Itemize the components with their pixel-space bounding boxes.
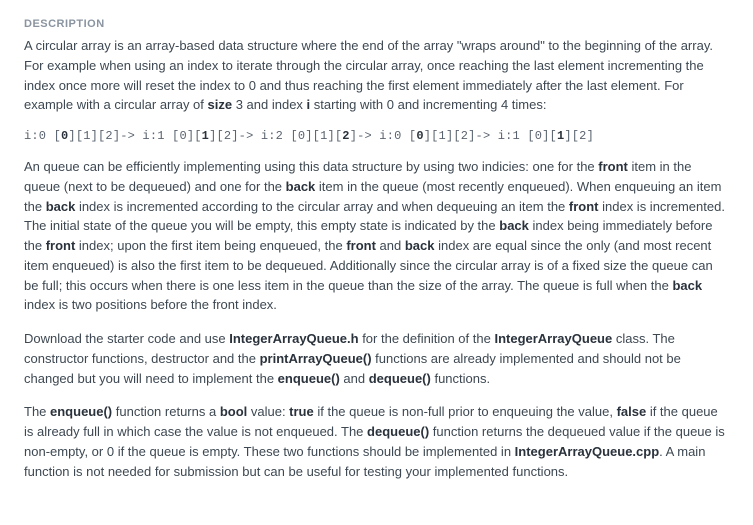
code-example: i:0 [0][1][2]-> i:1 [0][1][2]-> i:2 [0][… xyxy=(24,129,729,143)
text: function returns a xyxy=(112,404,220,419)
code-bold: 0 xyxy=(416,129,423,143)
text: functions. xyxy=(431,371,490,386)
text: Download the starter code and use xyxy=(24,331,229,346)
bold-enqueue: enqueue() xyxy=(50,404,112,419)
text: The xyxy=(24,404,50,419)
code-seg: i:0 [ xyxy=(24,129,61,143)
bold-front: front xyxy=(46,238,76,253)
code-seg: ][1][2]-> i:1 [0][ xyxy=(424,129,557,143)
code-bold: 2 xyxy=(342,129,349,143)
code-seg: ][1][2]-> i:1 [0][ xyxy=(68,129,201,143)
bold-dequeue: dequeue() xyxy=(367,424,429,439)
text: value: xyxy=(247,404,289,419)
text: starting with 0 and incrementing 4 times… xyxy=(310,97,546,112)
text: if the queue is non-full prior to enqueu… xyxy=(314,404,617,419)
bold-class: IntegerArrayQueue xyxy=(494,331,612,346)
code-seg: ]-> i:0 [ xyxy=(350,129,417,143)
bold-back: back xyxy=(672,278,702,293)
bold-bool: bool xyxy=(220,404,247,419)
bold-back: back xyxy=(405,238,435,253)
bold-false: false xyxy=(617,404,647,419)
text: index; upon the first item being enqueue… xyxy=(75,238,346,253)
paragraph-functions: The enqueue() function returns a bool va… xyxy=(24,402,729,481)
bold-back: back xyxy=(499,218,529,233)
text: index is two positions before the front … xyxy=(24,297,277,312)
bold-front: front xyxy=(569,199,599,214)
paragraph-starter: Download the starter code and use Intege… xyxy=(24,329,729,388)
bold-print-fn: printArrayQueue() xyxy=(260,351,372,366)
text: and xyxy=(340,371,369,386)
code-bold: 1 xyxy=(202,129,209,143)
bold-header-file: IntegerArrayQueue.h xyxy=(229,331,358,346)
text: An queue can be efficiently implementing… xyxy=(24,159,598,174)
text: for the definition of the xyxy=(359,331,495,346)
paragraph-intro: A circular array is an array-based data … xyxy=(24,36,729,115)
text: 3 and index xyxy=(232,97,306,112)
bold-enqueue: enqueue() xyxy=(278,371,340,386)
bold-true: true xyxy=(289,404,314,419)
bold-front: front xyxy=(598,159,628,174)
paragraph-queue: An queue can be efficiently implementing… xyxy=(24,157,729,315)
bold-back: back xyxy=(46,199,76,214)
text: index is incremented according to the ci… xyxy=(75,199,569,214)
bold-cpp-file: IntegerArrayQueue.cpp xyxy=(515,444,660,459)
bold-front: front xyxy=(346,238,376,253)
bold-size: size xyxy=(208,97,233,112)
bold-back: back xyxy=(286,179,316,194)
code-seg: ][2]-> i:2 [0][1][ xyxy=(209,129,342,143)
section-header: DESCRIPTION xyxy=(24,18,729,30)
code-seg: ][2] xyxy=(564,129,594,143)
bold-dequeue: dequeue() xyxy=(369,371,431,386)
text: and xyxy=(376,238,405,253)
